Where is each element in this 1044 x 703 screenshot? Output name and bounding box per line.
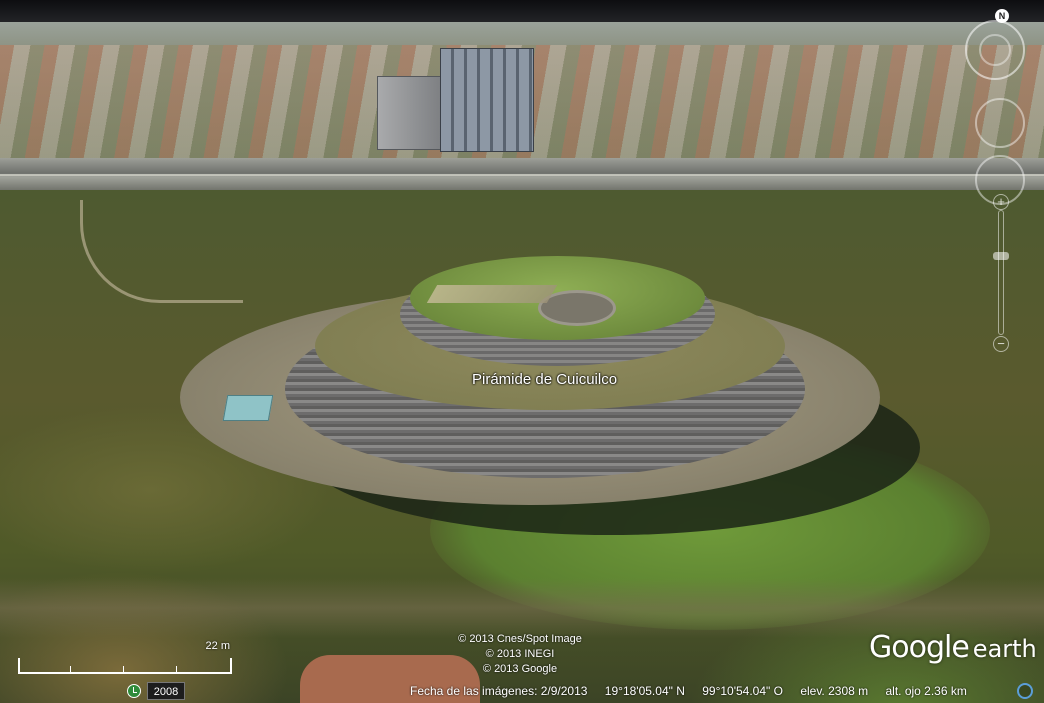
look-joystick-icon[interactable]: [975, 98, 1025, 148]
status-bar: Fecha de las imágenes: 2/9/2013 19°18'05…: [410, 684, 981, 698]
zoom-slider-thumb[interactable]: [993, 252, 1009, 261]
scale-bar: [18, 658, 232, 674]
scale-legend: 22 m: [18, 640, 232, 676]
clock-icon[interactable]: [127, 684, 141, 698]
credit-line: © 2013 Cnes/Spot Image: [458, 633, 582, 645]
building-left: [377, 76, 443, 150]
highway-centerline: [0, 174, 1044, 176]
longitude-readout: 99°10'54.04" O: [702, 684, 783, 698]
imagery-credits: © 2013 Cnes/Spot Image © 2013 INEGI © 20…: [430, 632, 610, 677]
elevation-readout: elev. 2308 m: [800, 684, 869, 698]
summit-ramp: [426, 285, 558, 303]
scale-tick: [176, 666, 177, 674]
building-tower: [440, 48, 534, 152]
scale-label: 22 m: [205, 640, 230, 652]
tilt-control-icon[interactable]: [979, 34, 1011, 66]
zoom-slider-icon[interactable]: [998, 210, 1004, 335]
logo-word-earth: earth: [972, 635, 1037, 663]
streaming-indicator-icon: [1017, 683, 1033, 699]
historical-imagery-control[interactable]: 2008: [127, 682, 189, 700]
scale-tick: [70, 666, 71, 674]
zoom-in-button[interactable]: +: [993, 194, 1009, 210]
earth-3d-view[interactable]: Pirámide de Cuicuilco © 2013 Cnes/Spot I…: [0, 0, 1044, 703]
logo-word-google: Google: [869, 630, 970, 665]
blurred-terrain-band: [0, 578, 1044, 638]
latitude-readout: 19°18'05.04" N: [604, 684, 685, 698]
credit-line: © 2013 INEGI: [485, 648, 555, 660]
eye-altitude-readout: alt. ojo 2.36 km: [885, 684, 967, 698]
credit-line: © 2013 Google: [482, 663, 558, 675]
placemark-label[interactable]: Pirámide de Cuicuilco: [472, 371, 617, 388]
imagery-year-button[interactable]: 2008: [147, 682, 185, 700]
zoom-out-button[interactable]: −: [993, 336, 1009, 352]
scale-tick: [123, 666, 124, 674]
imagery-date: Fecha de las imágenes: 2/9/2013: [410, 684, 588, 698]
north-indicator-icon[interactable]: N: [995, 9, 1009, 23]
blue-roof-building: [222, 395, 274, 421]
google-earth-logo: Google earth: [869, 630, 1037, 665]
